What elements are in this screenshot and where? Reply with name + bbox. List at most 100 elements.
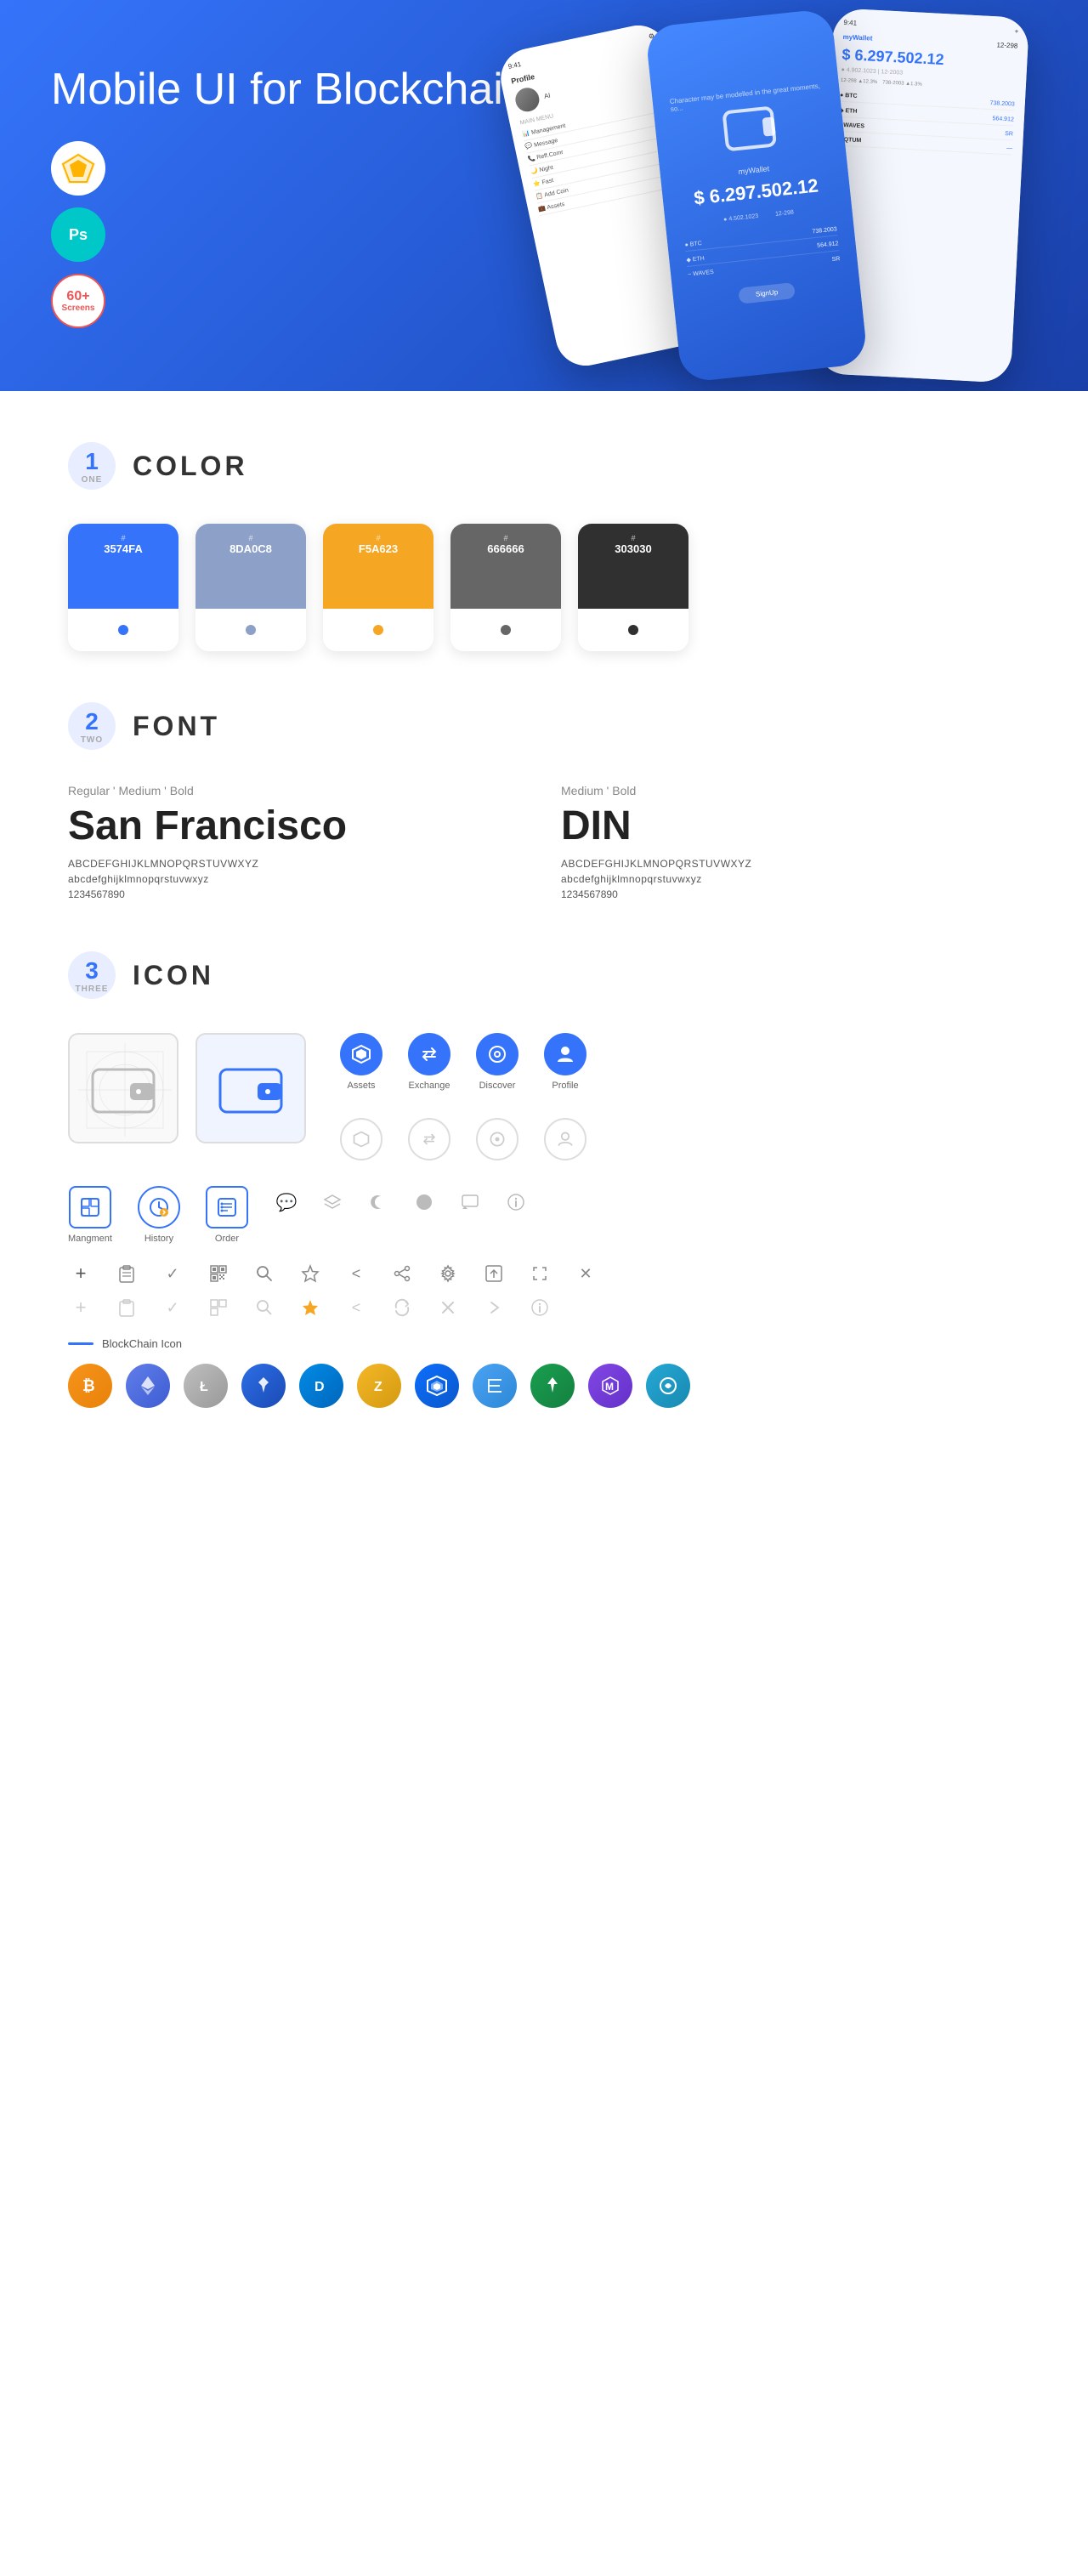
plus-outline-icon: + <box>68 1295 94 1320</box>
coin-wings <box>241 1364 286 1408</box>
info-outline-icon <box>527 1295 552 1320</box>
color-card-gray: # 666666 <box>450 524 561 651</box>
svg-text:M: M <box>605 1381 614 1393</box>
back-icon: < <box>343 1261 369 1286</box>
coin-dash: D <box>299 1364 343 1408</box>
font-number-circle: 2 TWO <box>68 702 116 750</box>
nav-profile: Profile <box>544 1033 586 1091</box>
check-outline-icon: ✓ <box>160 1295 185 1320</box>
coin-vertcoin <box>530 1364 575 1408</box>
check-icon: ✓ <box>160 1261 185 1286</box>
coin-grid <box>415 1364 459 1408</box>
coin-matic: M <box>588 1364 632 1408</box>
coin-eth <box>126 1364 170 1408</box>
history-icon-item: History <box>138 1186 180 1244</box>
color-section: 1 ONE COLOR # 3574FA # 8DA0C8 <box>68 442 1020 651</box>
order-icon <box>206 1186 248 1228</box>
crypto-coins-row: ₿ Ł D <box>68 1364 1020 1408</box>
chat-icon: 💬 <box>274 1189 299 1215</box>
phones-area: 9:41⚙ Profile AI MAIN MENU 📊 Management … <box>510 0 1088 391</box>
search-outline-icon <box>252 1295 277 1320</box>
nav-icons-filled: Assets Exchange <box>340 1033 586 1091</box>
blockchain-label-row: BlockChain Icon <box>68 1337 1020 1350</box>
discover-icon <box>476 1033 518 1075</box>
nav-icons-area: Assets Exchange <box>340 1033 586 1160</box>
layers-icon <box>320 1189 345 1215</box>
bottom-icons-row: Mangment History <box>68 1186 1020 1244</box>
icon-title: ICON <box>133 960 214 991</box>
svg-text:Ł: Ł <box>200 1380 208 1394</box>
share-icon <box>389 1261 415 1286</box>
coin-btc: ₿ <box>68 1364 112 1408</box>
star-filled-icon <box>298 1295 323 1320</box>
close-icon: ✕ <box>573 1261 598 1286</box>
resize-icon <box>527 1261 552 1286</box>
main-content: 1 ONE COLOR # 3574FA # 8DA0C8 <box>0 391 1088 1510</box>
color-title: COLOR <box>133 451 248 482</box>
search-icon <box>252 1261 277 1286</box>
refresh-icon <box>389 1295 415 1320</box>
font-grid: Regular ' Medium ' Bold San Francisco AB… <box>68 784 1020 900</box>
nav-discover: Discover <box>476 1033 518 1091</box>
back-outline-icon: < <box>343 1295 369 1320</box>
discover-outline-icon <box>476 1118 518 1160</box>
phone-2: Character may be modelled in the great m… <box>645 9 869 383</box>
coin-steem <box>473 1364 517 1408</box>
nav-assets: Assets <box>340 1033 382 1091</box>
font-title: FONT <box>133 711 220 742</box>
circle-icon <box>411 1189 437 1215</box>
icon-section: 3 THREE ICON <box>68 951 1020 1408</box>
clipboard-outline-icon <box>114 1295 139 1320</box>
misc-icons-row: 💬 <box>274 1186 529 1215</box>
wallet-design-outline <box>68 1033 178 1143</box>
ps-badge: Ps <box>51 207 105 262</box>
forward-icon <box>481 1295 507 1320</box>
plus-icon: + <box>68 1261 94 1286</box>
qr-outline-icon <box>206 1295 231 1320</box>
utility-icons-row: + ✓ <box>68 1261 1020 1286</box>
font-din: Medium ' Bold DIN ABCDEFGHIJKLMNOPQRSTUV… <box>561 784 1020 900</box>
assets-icon <box>340 1033 382 1075</box>
colors-row: # 3574FA # 8DA0C8 # <box>68 524 1020 651</box>
exchange-icon <box>408 1033 450 1075</box>
upload-icon <box>481 1261 507 1286</box>
info-icon <box>503 1189 529 1215</box>
history-icon <box>138 1186 180 1228</box>
nav-icons-outline <box>340 1118 586 1160</box>
exchange-outline-icon <box>408 1118 450 1160</box>
qr-icon <box>206 1261 231 1286</box>
color-section-header: 1 ONE COLOR <box>68 442 1020 490</box>
icon-main-row: Assets Exchange <box>68 1033 1020 1160</box>
screens-badge: 60+ Screens <box>51 274 105 328</box>
wallet-design-filled <box>196 1033 306 1143</box>
sketch-badge <box>51 141 105 196</box>
icon-section-header: 3 THREE ICON <box>68 951 1020 999</box>
icon-design-boxes <box>68 1033 306 1143</box>
font-section: 2 TWO FONT Regular ' Medium ' Bold San F… <box>68 702 1020 900</box>
svg-text:D: D <box>314 1380 325 1394</box>
font-section-header: 2 TWO FONT <box>68 702 1020 750</box>
nav-exchange: Exchange <box>408 1033 450 1091</box>
hero-section: Mobile UI for Blockchain Wallet Ps 60+ S… <box>0 0 1088 391</box>
color-card-orange: # F5A623 <box>323 524 434 651</box>
assets-outline-icon <box>340 1118 382 1160</box>
coin-sky <box>646 1364 690 1408</box>
svg-text:₿: ₿ <box>82 1377 95 1394</box>
color-number-circle: 1 ONE <box>68 442 116 490</box>
icon-number-circle: 3 THREE <box>68 951 116 999</box>
close-x-icon <box>435 1295 461 1320</box>
coin-zcash: Z <box>357 1364 401 1408</box>
coin-ltc: Ł <box>184 1364 228 1408</box>
blockchain-line <box>68 1342 94 1345</box>
color-card-dark: # 303030 <box>578 524 688 651</box>
profile-outline-icon <box>544 1118 586 1160</box>
color-card-blue: # 3574FA <box>68 524 178 651</box>
utility-icons-row-2: + ✓ <box>68 1295 1020 1320</box>
settings-icon <box>435 1261 461 1286</box>
order-icon-item: Order <box>206 1186 248 1244</box>
management-icon-item: Mangment <box>68 1186 112 1244</box>
management-icon <box>69 1186 111 1228</box>
color-card-slate: # 8DA0C8 <box>196 524 306 651</box>
moon-icon <box>366 1189 391 1215</box>
comment-icon <box>457 1189 483 1215</box>
